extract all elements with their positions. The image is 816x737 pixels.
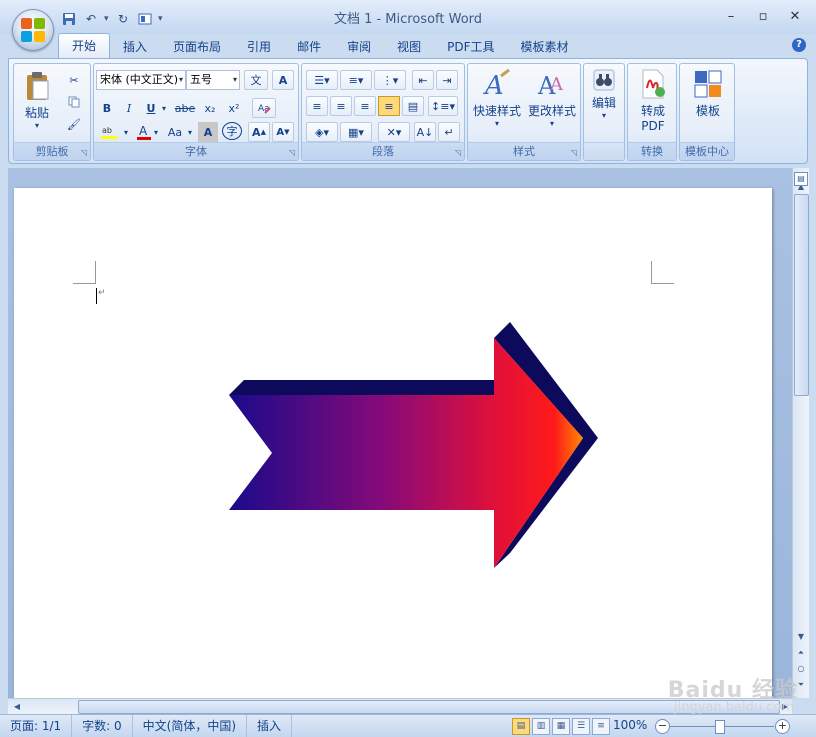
office-logo-icon <box>21 18 45 42</box>
baidu-watermark-url: jingyan.baidu.com <box>674 700 794 715</box>
zoom-in-icon[interactable]: + <box>775 719 790 734</box>
draft-icon[interactable]: ≡ <box>592 718 610 735</box>
word-count[interactable]: 字数: 0 <box>72 715 133 737</box>
full-screen-reading-icon[interactable]: ▥ <box>532 718 550 735</box>
web-layout-icon[interactable]: ▦ <box>552 718 570 735</box>
scroll-left-icon[interactable]: ◀ <box>10 700 24 714</box>
zoom-slider-thumb[interactable] <box>715 720 725 734</box>
ruler-toggle-icon[interactable]: ▤ <box>794 172 808 186</box>
language-indicator[interactable]: 中文(简体，中国) <box>133 715 248 737</box>
scroll-down-icon[interactable]: ▼ <box>793 630 809 644</box>
insert-mode[interactable]: 插入 <box>247 715 293 737</box>
vertical-scroll-thumb[interactable] <box>794 194 809 396</box>
outline-icon[interactable]: ☰ <box>572 718 590 735</box>
zoom-level[interactable]: 100% <box>613 718 647 732</box>
zoom-out-icon[interactable]: − <box>655 719 670 734</box>
vertical-scrollbar[interactable]: ▲ ▼ ⏶ ○ ⏷ <box>792 168 809 698</box>
page-count[interactable]: 页面: 1/1 <box>0 715 73 737</box>
arrow-shape[interactable] <box>0 0 816 736</box>
view-buttons: ▤ ▥ ▦ ☰ ≡ <box>512 718 610 735</box>
status-bar: 页面: 1/1 字数: 0 中文(简体，中国) 插入 ▤ ▥ ▦ ☰ ≡ 100… <box>0 714 816 737</box>
previous-page-icon[interactable]: ⏶ <box>793 646 809 660</box>
print-layout-icon[interactable]: ▤ <box>512 718 530 735</box>
office-button[interactable] <box>12 9 54 51</box>
